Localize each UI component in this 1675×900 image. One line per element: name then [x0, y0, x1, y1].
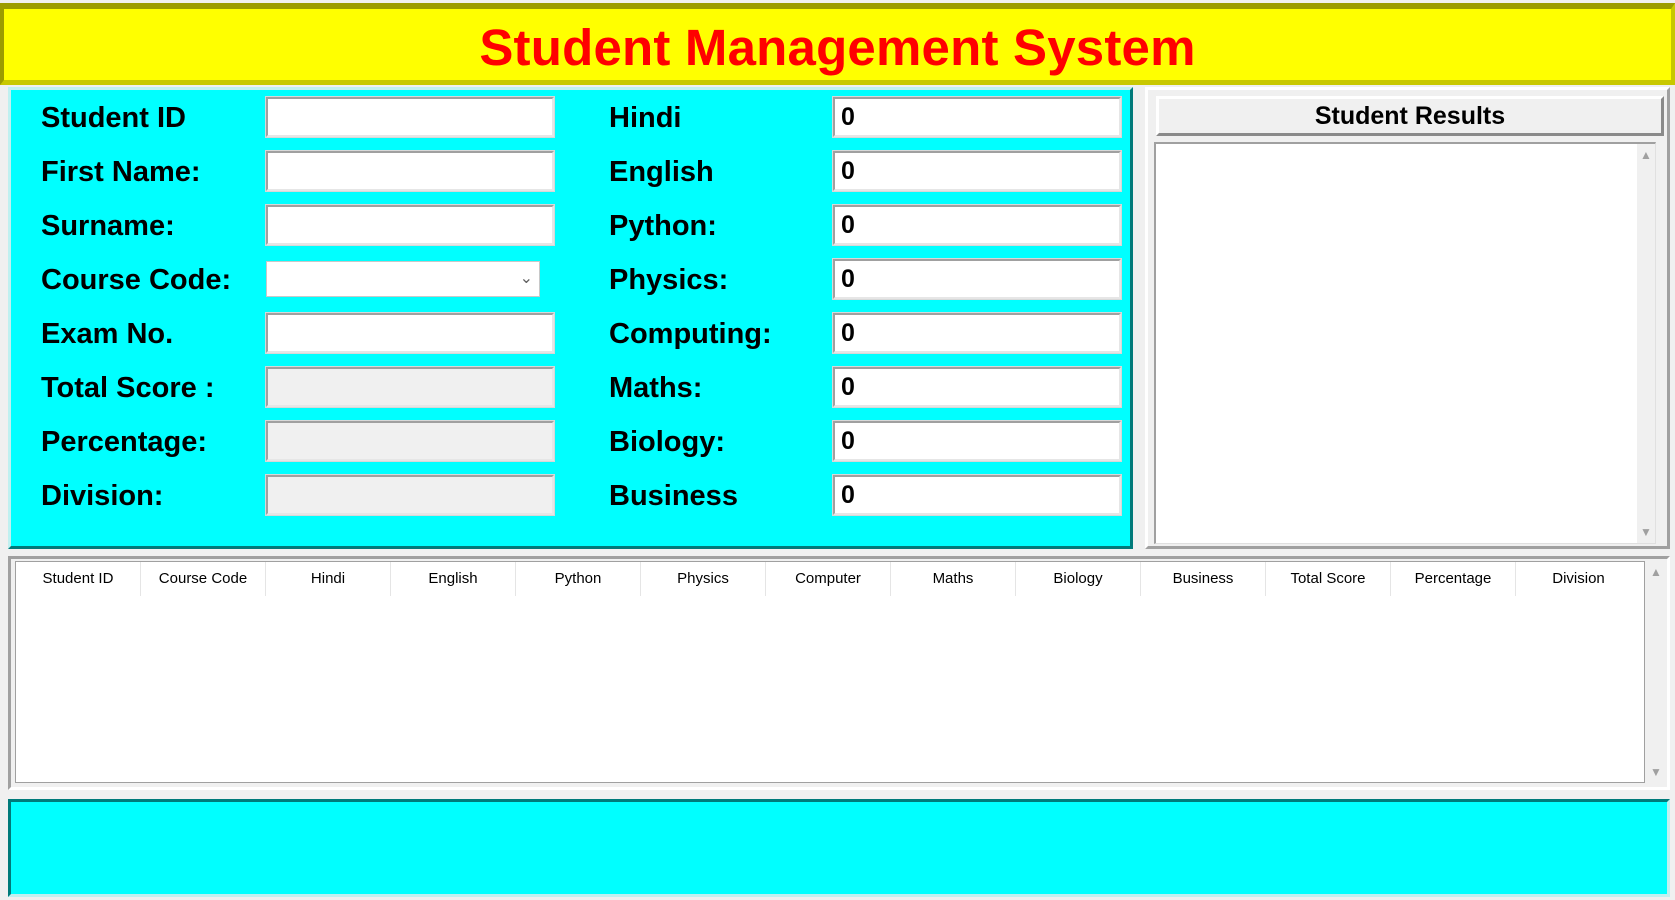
business-input[interactable]: 0 — [832, 474, 1122, 516]
scroll-down-icon[interactable]: ▼ — [1647, 763, 1665, 781]
division-output — [265, 474, 555, 516]
first-name-label: First Name: — [41, 156, 201, 188]
column-header-maths[interactable]: Maths — [891, 562, 1016, 596]
column-header-python[interactable]: Python — [516, 562, 641, 596]
records-table-frame: Student ID Course Code Hindi English Pyt… — [8, 556, 1670, 790]
exam-no-input[interactable] — [265, 312, 555, 354]
surname-label: Surname: — [41, 210, 175, 242]
column-header-hindi[interactable]: Hindi — [266, 562, 391, 596]
surname-input[interactable] — [265, 204, 555, 246]
records-table[interactable]: Student ID Course Code Hindi English Pyt… — [15, 561, 1645, 783]
title-frame: Student Management System — [0, 3, 1675, 85]
physics-label: Physics: — [609, 264, 729, 296]
column-header-computer[interactable]: Computer — [766, 562, 891, 596]
student-id-label: Student ID — [41, 102, 186, 134]
percentage-label: Percentage: — [41, 426, 208, 458]
english-label: English — [609, 156, 714, 188]
column-header-physics[interactable]: Physics — [641, 562, 766, 596]
student-results-button[interactable]: Student Results — [1156, 96, 1664, 136]
computing-label: Computing: — [609, 318, 772, 350]
student-id-input[interactable] — [265, 96, 555, 138]
button-bar — [8, 799, 1670, 897]
column-header-total-score[interactable]: Total Score — [1266, 562, 1391, 596]
table-scrollbar[interactable]: ▲ ▼ — [1647, 561, 1665, 783]
maths-label: Maths: — [609, 372, 703, 404]
app-window: Student Management System Student ID Fir… — [0, 0, 1675, 900]
scroll-up-icon[interactable]: ▲ — [1647, 563, 1665, 581]
column-header-english[interactable]: English — [391, 562, 516, 596]
hindi-label: Hindi — [609, 102, 682, 134]
exam-no-label: Exam No. — [41, 318, 174, 350]
chevron-down-icon[interactable]: ⌄ — [520, 266, 533, 292]
percentage-output — [265, 420, 555, 462]
results-panel: Student Results ▲ ▼ — [1145, 87, 1670, 549]
column-header-course-code[interactable]: Course Code — [141, 562, 266, 596]
business-label: Business — [609, 480, 738, 512]
computing-input[interactable]: 0 — [832, 312, 1122, 354]
column-header-percentage[interactable]: Percentage — [1391, 562, 1516, 596]
results-scrollbar[interactable]: ▲ ▼ — [1637, 144, 1655, 543]
page-title: Student Management System — [479, 19, 1196, 76]
column-header-student-id[interactable]: Student ID — [16, 562, 141, 596]
column-header-business[interactable]: Business — [1141, 562, 1266, 596]
physics-input[interactable]: 0 — [832, 258, 1122, 300]
python-label: Python: — [609, 210, 717, 242]
column-header-biology[interactable]: Biology — [1016, 562, 1141, 596]
results-text-area[interactable]: ▲ ▼ — [1154, 142, 1656, 544]
table-header: Student ID Course Code Hindi English Pyt… — [16, 562, 1644, 596]
python-input[interactable]: 0 — [832, 204, 1122, 246]
column-header-division[interactable]: Division — [1516, 562, 1641, 596]
scroll-down-icon[interactable]: ▼ — [1637, 523, 1655, 541]
english-input[interactable]: 0 — [832, 150, 1122, 192]
course-code-label: Course Code: — [41, 264, 232, 296]
total-score-label: Total Score : — [41, 372, 215, 404]
division-label: Division: — [41, 480, 164, 512]
maths-input[interactable]: 0 — [832, 366, 1122, 408]
first-name-input[interactable] — [265, 150, 555, 192]
course-code-combobox[interactable]: ⌄ — [266, 261, 540, 297]
data-entry-panel: Student ID First Name: Surname: Course C… — [8, 87, 1133, 549]
scroll-up-icon[interactable]: ▲ — [1637, 146, 1655, 164]
biology-label: Biology: — [609, 426, 725, 458]
biology-input[interactable]: 0 — [832, 420, 1122, 462]
total-score-output — [265, 366, 555, 408]
hindi-input[interactable]: 0 — [832, 96, 1122, 138]
